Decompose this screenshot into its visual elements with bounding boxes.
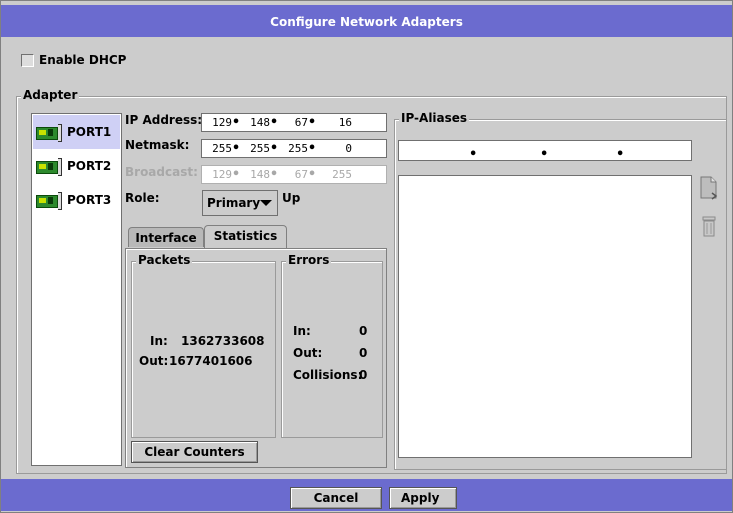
ip-separator: • [232,115,240,130]
adapter-item-label: PORT2 [67,159,112,173]
chevron-down-icon[interactable] [260,200,273,206]
broadcast-octet: 67 [294,168,308,181]
adapter-item-port3[interactable]: PORT3 [33,183,120,217]
trash-icon [702,216,716,237]
packets-out-label: Out: [139,354,169,368]
netmask-octet[interactable]: 255 [240,142,270,155]
broadcast-octet: 255 [332,168,352,181]
packets-in-label: In: [150,334,168,348]
ip-separator: • [308,115,316,130]
errors-in-label: In: [293,324,311,338]
adapter-item-port1[interactable]: PORT1 [33,115,120,149]
ip-octet[interactable]: 148 [240,116,270,129]
errors-out-value: 0 [359,346,368,360]
role-label: Role: [125,191,160,205]
network-card-icon [36,124,62,142]
ip-separator: • [308,141,316,156]
errors-out-label: Out: [293,346,323,360]
collisions-label: Collisions: [293,368,363,382]
packets-out-value: 1677401606 [169,354,253,368]
netmask-octet[interactable]: 255 [202,142,232,155]
tab-statistics[interactable]: Statistics [204,225,287,248]
errors-in-value: 0 [359,324,368,338]
cancel-button[interactable]: Cancel [290,487,382,509]
adapter-item-port2[interactable]: PORT2 [33,149,120,183]
adapter-group-title: Adapter [21,88,80,102]
packets-group: Packets [131,253,276,438]
checkbox-box[interactable] [21,53,34,67]
netmask-octet[interactable]: 255 [278,142,308,155]
add-alias-button[interactable] [697,175,721,201]
broadcast-octet: 129 [212,168,232,181]
netmask-field[interactable]: 255 • 255 • 255 • 0 [201,139,387,158]
dialog-title: Configure Network Adapters [1,5,732,37]
ip-address-label: IP Address: [125,113,203,127]
ip-alias-input[interactable]: • • • [398,140,692,162]
ip-octet[interactable]: 129 [202,116,232,129]
errors-group-title: Errors [286,253,332,267]
ip-separator: • [270,141,278,156]
ip-octet[interactable]: 16 [316,116,352,129]
ip-address-field[interactable]: 129 • 148 • 67 • 16 [201,113,387,132]
role-select-value: Primary [207,196,261,210]
ip-separator: • [270,115,278,130]
enable-dhcp-label: Enable DHCP [39,53,127,67]
ip-separator: • [616,147,625,162]
apply-button[interactable]: Apply [389,487,457,509]
network-card-icon [36,192,62,210]
ip-separator: • [540,147,549,162]
packets-in-value: 1362733608 [181,334,265,348]
configure-network-adapters-dialog: Configure Network Adapters Enable DHCP A… [0,0,733,513]
network-card-icon [36,158,62,176]
new-document-icon [700,176,718,200]
ip-separator: • [232,167,240,182]
adapter-item-label: PORT1 [67,125,112,139]
broadcast-octet: 148 [250,168,270,181]
enable-dhcp-checkbox[interactable]: Enable DHCP [21,51,126,69]
ip-separator: • [308,167,316,182]
netmask-label: Netmask: [125,138,190,152]
delete-alias-button[interactable] [697,214,721,240]
status-text: Up [282,191,301,205]
ip-separator: • [270,167,278,182]
role-select[interactable]: Primary [202,190,278,216]
packets-group-title: Packets [136,253,193,267]
netmask-octet[interactable]: 0 [316,142,352,155]
clear-counters-button[interactable]: Clear Counters [131,441,258,463]
ip-separator: • [469,147,478,162]
adapter-item-label: PORT3 [67,193,112,207]
ip-alias-list[interactable] [398,175,692,458]
broadcast-label: Broadcast: [125,165,198,179]
broadcast-field: 129 • 148 • 67 • 255 [201,165,387,184]
tab-interface[interactable]: Interface [128,227,204,247]
ip-aliases-group-title: IP-Aliases [399,111,470,125]
adapter-list[interactable]: PORT1 PORT2 PORT3 [31,113,122,466]
ip-separator: • [232,141,240,156]
ip-octet[interactable]: 67 [278,116,308,129]
collisions-value: 0 [359,368,368,382]
